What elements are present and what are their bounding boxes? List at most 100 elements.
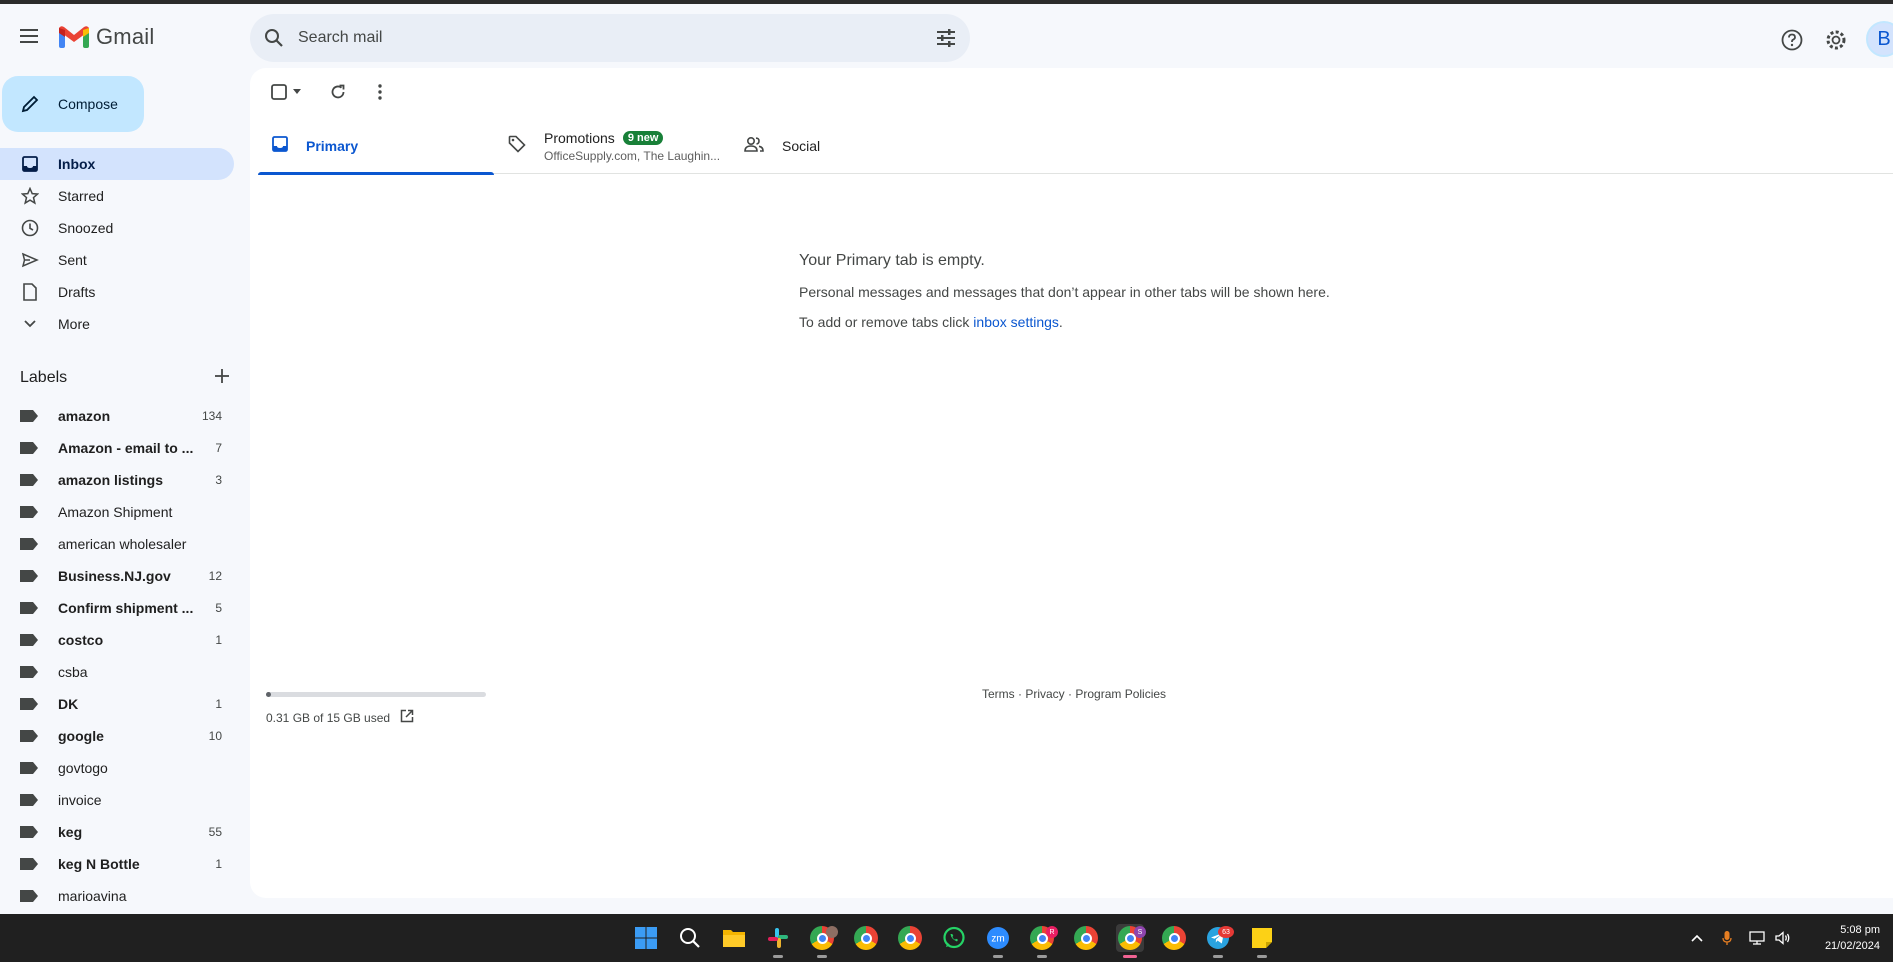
compose-label: Compose [58,96,118,112]
show-hidden-icons-chevron-up-icon[interactable] [1688,928,1706,948]
label-name: marioavina [58,888,127,904]
label-item[interactable]: Amazon - email to ... 7 [0,432,234,464]
gmail-logo[interactable]: Gmail [58,24,154,50]
label-name: Amazon Shipment [58,504,173,520]
label-name: american wholesaler [58,536,187,552]
chrome-icon[interactable] [1072,924,1100,952]
more-options-button[interactable] [360,72,400,112]
profile-avatar-dot [826,926,838,938]
chrome-icon[interactable] [896,924,924,952]
network-icon[interactable] [1748,928,1766,948]
caret-down-icon [293,89,301,94]
account-avatar[interactable]: B [1866,21,1893,57]
settings-gear-icon[interactable] [1816,20,1856,60]
nav-label: Sent [58,252,87,268]
search-icon[interactable] [250,14,298,62]
label-item[interactable]: Business.NJ.gov 12 [0,560,234,592]
label-item[interactable]: amazon 134 [0,400,234,432]
chrome-profile-s-icon-active[interactable]: S [1116,924,1146,958]
sidebar-item-starred[interactable]: Starred [0,180,234,212]
tab-primary[interactable]: Primary [258,118,494,175]
new-count-badge: 9 new [622,130,664,145]
label-unread-count: 3 [215,473,222,487]
label-name: keg N Bottle [58,856,140,872]
checkbox-icon [271,84,287,100]
label-unread-count: 10 [208,729,222,743]
tab-promotions[interactable]: Promotions 9 new OfficeSupply.com, The L… [494,118,730,174]
sticky-notes-icon[interactable] [1248,924,1276,958]
label-item[interactable]: marioavina [0,880,234,912]
add-label-icon[interactable] [214,368,230,389]
hamburger-icon [20,29,38,43]
sidebar-item-inbox[interactable]: Inbox [0,148,234,180]
search-options-icon[interactable] [922,14,970,62]
tab-social[interactable]: Social [730,118,966,174]
program-policies-link[interactable]: Program Policies [1075,687,1166,701]
label-name: keg [58,824,83,840]
label-unread-count: 55 [208,825,222,839]
storage-usage: 0.31 GB of 15 GB used [266,692,486,726]
terms-link[interactable]: Terms [982,687,1015,701]
refresh-button[interactable] [318,72,358,112]
label-item[interactable]: csba [0,656,234,688]
os-taskbar: zm R S 63 5:08 pm 21/02/2024 [0,914,1893,962]
label-item[interactable]: invoice [0,784,234,816]
open-external-icon[interactable] [400,709,414,726]
help-icon[interactable] [1772,20,1812,60]
people-icon [744,136,764,157]
label-tag-icon [20,697,40,711]
label-tag-icon [20,441,40,455]
sidebar-item-snoozed[interactable]: Snoozed [0,212,234,244]
running-indicator [1257,955,1267,958]
clock-time: 5:08 pm [1840,924,1880,936]
volume-icon[interactable] [1774,928,1792,948]
label-unread-count: 1 [215,857,222,871]
label-unread-count: 5 [215,601,222,615]
file-explorer-icon[interactable] [720,924,748,952]
telegram-icon[interactable]: 63 [1204,924,1234,958]
search-bar[interactable] [250,14,970,62]
inbox-icon [20,154,40,174]
chrome-icon[interactable] [1160,924,1188,952]
privacy-link[interactable]: Privacy [1025,687,1064,701]
labels-header: Labels [20,366,230,390]
whatsapp-icon[interactable] [940,924,968,952]
sidebar-item-drafts[interactable]: Drafts [0,276,234,308]
chevron-down-icon [20,314,40,334]
sidebar-nav: Inbox Starred Snoozed Sent Drafts More [0,148,234,340]
microphone-icon[interactable] [1718,928,1736,948]
label-item[interactable]: keg 55 [0,816,234,848]
storage-bar-fill [266,692,271,697]
label-name: csba [58,664,88,680]
taskbar-search-icon[interactable] [676,924,704,952]
label-item[interactable]: DK 1 [0,688,234,720]
system-clock[interactable]: 5:08 pm 21/02/2024 [1800,922,1880,954]
zoom-icon[interactable]: zm [984,924,1012,958]
gmail-m-icon [59,26,89,48]
label-item[interactable]: Confirm shipment ... 5 [0,592,234,624]
chrome-profile-icon[interactable] [808,924,838,958]
sidebar-item-more[interactable]: More [0,308,234,340]
main-menu-button[interactable] [12,18,48,54]
separator: · [1064,687,1076,701]
label-item[interactable]: american wholesaler [0,528,234,560]
chrome-profile-r-icon[interactable]: R [1028,924,1058,958]
label-item[interactable]: govtogo [0,752,234,784]
select-checkbox[interactable] [264,72,308,112]
compose-button[interactable]: Compose [2,76,144,132]
running-indicator [993,955,1003,958]
label-name: amazon [58,408,111,424]
chrome-icon[interactable] [852,924,880,952]
label-item[interactable]: keg N Bottle 1 [0,848,234,880]
label-item[interactable]: google 10 [0,720,234,752]
label-item[interactable]: Amazon Shipment [0,496,234,528]
category-tabs: Primary Promotions 9 new OfficeSupply.co… [258,118,1893,175]
slack-icon[interactable] [764,924,792,958]
windows-start-icon[interactable] [632,924,660,952]
inbox-settings-link[interactable]: inbox settings [973,314,1059,330]
sidebar-item-sent[interactable]: Sent [0,244,234,276]
storage-text: 0.31 GB of 15 GB used [266,710,391,725]
label-item[interactable]: costco 1 [0,624,234,656]
label-item[interactable]: amazon listings 3 [0,464,234,496]
search-input[interactable] [298,29,922,47]
